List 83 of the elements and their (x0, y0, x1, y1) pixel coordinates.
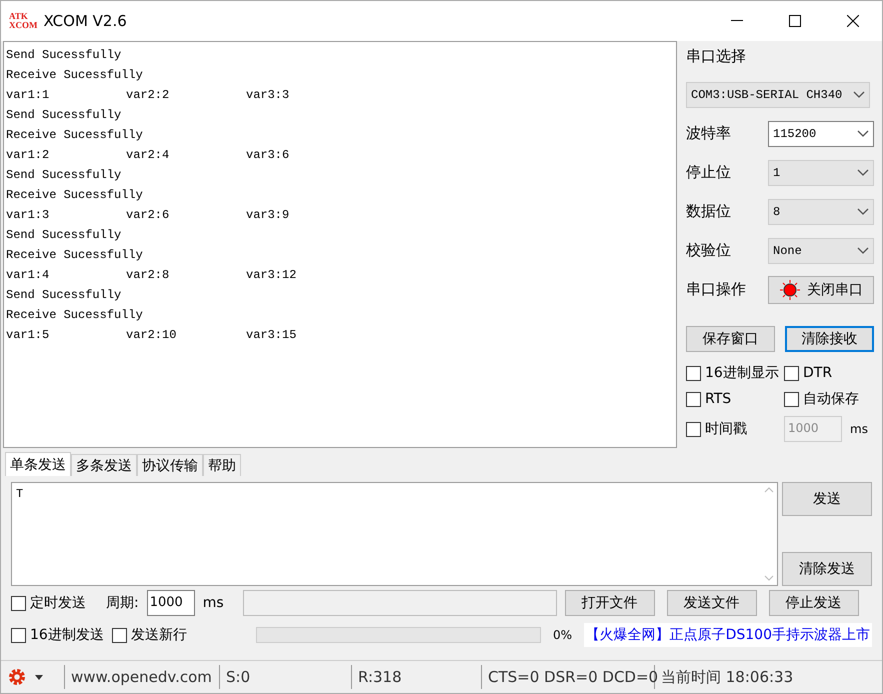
checkbox[interactable]: RTS (686, 390, 784, 408)
current-time: 当前时间 18:06:33 (660, 666, 794, 688)
setting-select[interactable]: 1 (768, 160, 874, 186)
log-text: var2:10 (126, 327, 178, 343)
website-link[interactable]: www.openedv.com (65, 665, 220, 689)
log-text: Receive Sucessfully (6, 247, 143, 263)
line-status: CTS=0 DSR=0 DCD=0 (482, 665, 655, 689)
log-text: Receive Sucessfully (6, 67, 143, 83)
log-text: Send Sucessfully (6, 107, 122, 123)
setting-select[interactable]: None (768, 238, 874, 264)
checkbox[interactable]: 定时发送 (11, 594, 86, 612)
checkbox[interactable]: 16进制发送 (11, 626, 104, 644)
app-logo: ATK XCOM (9, 12, 38, 30)
file-path-field[interactable] (242, 590, 557, 616)
scroll-up-icon[interactable] (764, 487, 774, 493)
send-button[interactable]: 发送 (782, 482, 872, 516)
operation-label: 串口操作 (686, 280, 746, 299)
panel-button[interactable]: 保存窗口 (686, 326, 775, 352)
file-button[interactable]: 停止发送 (768, 590, 859, 616)
log-text: var2:4 (126, 147, 170, 163)
setting-label: 校验位 (686, 241, 731, 260)
log-text: var2:6 (126, 207, 170, 223)
chevron-down-icon (857, 246, 869, 254)
log-text: var3:3 (246, 87, 290, 103)
unit-label: ms (850, 422, 868, 436)
log-text: Receive Sucessfully (6, 187, 143, 203)
unit-label: ms (202, 595, 225, 611)
minimize-icon (731, 20, 743, 22)
log-text: var1:1 (6, 87, 50, 103)
setting-label: 停止位 (686, 163, 731, 182)
log-text: Send Sucessfully (6, 287, 122, 303)
maximize-icon (789, 15, 801, 27)
checkbox[interactable]: 发送新行 (112, 626, 187, 644)
log-text: var3:6 (246, 147, 290, 163)
clear-send-button[interactable]: 清除发送 (782, 552, 872, 586)
log-text: var3:12 (246, 267, 298, 283)
window-title: XCOM V2.6 (44, 12, 128, 30)
log-text: Receive Sucessfully (6, 307, 143, 323)
setting-select[interactable]: 8 (768, 198, 874, 224)
checkbox[interactable]: 16进制显示 (686, 364, 784, 382)
period-field[interactable]: 1000 (146, 590, 195, 616)
log-text: var3:9 (246, 207, 290, 223)
chevron-down-icon (857, 130, 869, 138)
log-text: var1:2 (6, 147, 50, 163)
tab[interactable]: 多条发送 (71, 454, 137, 476)
chevron-down-icon (857, 168, 869, 176)
log-text: var1:4 (6, 267, 50, 283)
tab[interactable]: 协议传输 (137, 454, 203, 476)
tab[interactable]: 单条发送 (5, 452, 71, 476)
log-text: var2:2 (126, 87, 170, 103)
scroll-down-icon[interactable] (764, 575, 774, 581)
log-text: var1:3 (6, 207, 50, 223)
send-text-field[interactable]: T (11, 482, 778, 586)
log-text: var2:8 (126, 267, 170, 283)
gear-icon[interactable] (7, 667, 27, 687)
sent-count: S:0 (220, 665, 352, 689)
setting-select[interactable]: 115200 (768, 120, 874, 146)
log-text: Send Sucessfully (6, 227, 122, 243)
caret-icon[interactable] (35, 674, 43, 680)
log-text: var3:15 (246, 327, 298, 343)
panel-button[interactable]: 清除接收 (785, 326, 874, 352)
log-text: var1:5 (6, 327, 50, 343)
close-icon (847, 15, 859, 27)
log-text: Send Sucessfully (6, 47, 122, 63)
port-select[interactable]: COM3:USB-SERIAL CH340 (686, 82, 870, 108)
setting-label: 数据位 (686, 202, 731, 221)
checkbox[interactable]: 自动保存 (784, 390, 874, 408)
file-button[interactable]: 打开文件 (564, 590, 655, 616)
close-port-button[interactable]: 关闭串口 (768, 276, 874, 304)
chevron-down-icon (853, 90, 865, 98)
log-text: Send Sucessfully (6, 167, 122, 183)
ad-link[interactable]: 【火爆全网】正点原子DS100手持示波器上市 (584, 623, 872, 647)
progress-reading: 0% (553, 628, 572, 642)
chevron-down-icon (857, 208, 869, 216)
tab[interactable]: 帮助 (203, 454, 241, 476)
log-text: Receive Sucessfully (6, 127, 143, 143)
checkbox[interactable]: DTR (784, 364, 874, 382)
file-button[interactable]: 发送文件 (666, 590, 757, 616)
checkbox[interactable]: 时间戳 (686, 416, 784, 442)
period-label: 周期: (106, 594, 139, 612)
setting-label: 波特率 (686, 124, 731, 143)
received-count: R:318 (352, 665, 482, 689)
port-label: 串口选择 (686, 47, 747, 67)
